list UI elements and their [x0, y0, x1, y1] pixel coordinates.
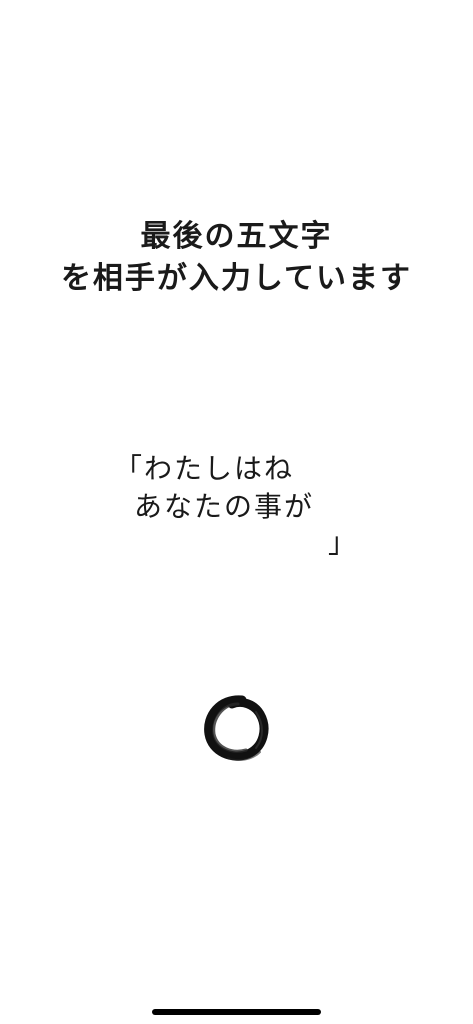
poem-open-bracket: 「: [114, 452, 145, 485]
poem-close-bracket: 」: [328, 526, 359, 559]
poem-line-2: あなたの事が: [134, 490, 315, 523]
waiting-message-line-2: を相手が入力しています: [60, 261, 413, 296]
poem-line-1-text: わたしはね: [144, 452, 295, 485]
waiting-message-line-1: 最後の五文字: [140, 219, 333, 254]
poem-text: 「わたしはね あなたの事が 」: [112, 450, 356, 559]
enso-brush-circle-icon: [198, 690, 274, 766]
home-indicator[interactable]: [152, 1009, 321, 1015]
waiting-message: 最後の五文字 を相手が入力しています: [0, 216, 473, 300]
poem-line-1: 「わたしはね: [112, 450, 314, 488]
